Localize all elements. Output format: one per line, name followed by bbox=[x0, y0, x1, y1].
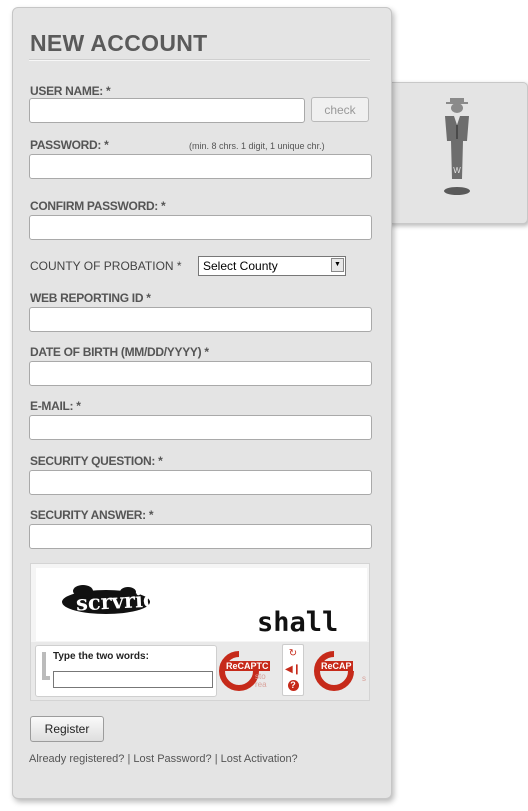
link-separator: | bbox=[127, 753, 131, 765]
captcha-word-1: scrvride bbox=[75, 586, 171, 616]
password-input[interactable] bbox=[29, 154, 372, 179]
refresh-icon[interactable]: ↻ bbox=[283, 646, 303, 661]
captcha-image: scrvride shall bbox=[36, 568, 367, 641]
username-input[interactable] bbox=[29, 98, 305, 123]
captcha-controls-area: Type the two words: ReCAPTC sto rea ↻ ◀❙ bbox=[31, 642, 369, 700]
recaptcha-re-2: Re bbox=[321, 661, 333, 671]
recaptcha-name-2: CAP bbox=[332, 661, 352, 671]
web-reporting-id-label: WEB REPORTING ID * bbox=[30, 291, 151, 305]
arrow-icon bbox=[42, 652, 50, 680]
password-hint: (min. 8 chrs. 1 digit, 1 unique chr.) bbox=[189, 141, 325, 151]
captcha-words: scrvride shall bbox=[62, 585, 338, 638]
agent-figure-icon: W bbox=[444, 98, 470, 195]
help-icon[interactable]: ? bbox=[283, 678, 303, 693]
security-question-input[interactable] bbox=[29, 470, 372, 495]
county-label: COUNTY OF PROBATION * bbox=[30, 259, 182, 273]
county-select[interactable]: Select County ▼ bbox=[198, 256, 346, 276]
account-links: Already registered? | Lost Password? | L… bbox=[29, 753, 298, 765]
captcha-answer-box: Type the two words: bbox=[35, 645, 217, 697]
recaptcha-widget: scrvride shall Type the two words: ReCAP… bbox=[30, 563, 370, 701]
security-answer-input[interactable] bbox=[29, 524, 372, 549]
password-label: PASSWORD: * bbox=[30, 138, 109, 152]
county-selected-value: Select County bbox=[203, 259, 278, 273]
link-separator: | bbox=[214, 753, 218, 765]
dob-label: DATE OF BIRTH (MM/DD/YYYY) * bbox=[30, 345, 209, 359]
recaptcha-sub-3: s bbox=[362, 674, 366, 683]
security-answer-label: SECURITY ANSWER: * bbox=[30, 508, 154, 522]
dob-input[interactable] bbox=[29, 361, 372, 386]
web-reporting-id-input[interactable] bbox=[29, 307, 372, 332]
recaptcha-name: CAPTC bbox=[237, 661, 269, 671]
username-label: USER NAME: * bbox=[30, 84, 111, 98]
lost-activation-link[interactable]: Lost Activation? bbox=[221, 753, 298, 765]
chevron-down-icon[interactable]: ▼ bbox=[331, 258, 344, 272]
recaptcha-sub-2: rea bbox=[255, 680, 267, 689]
side-panel: W bbox=[388, 82, 528, 224]
recaptcha-logo: ReCAPTC sto rea bbox=[219, 646, 279, 696]
recaptcha-re: Re bbox=[226, 661, 238, 671]
lost-password-link[interactable]: Lost Password? bbox=[133, 753, 211, 765]
new-account-form: NEW ACCOUNT USER NAME: * check PASSWORD:… bbox=[12, 7, 392, 799]
confirm-password-label: CONFIRM PASSWORD: * bbox=[30, 199, 166, 213]
captcha-controls: ↻ ◀❙ ? bbox=[282, 644, 304, 696]
register-button[interactable]: Register bbox=[30, 716, 104, 742]
already-registered-link[interactable]: Already registered? bbox=[29, 753, 124, 765]
svg-text:W: W bbox=[453, 166, 461, 175]
page-title: NEW ACCOUNT bbox=[30, 30, 208, 56]
recaptcha-logo-secondary: ReCAP s bbox=[314, 646, 369, 696]
audio-icon[interactable]: ◀❙ bbox=[283, 662, 303, 677]
captcha-prompt: Type the two words: bbox=[53, 651, 149, 662]
captcha-answer-input[interactable] bbox=[53, 671, 213, 688]
email-input[interactable] bbox=[29, 415, 372, 440]
email-label: E-MAIL: * bbox=[30, 399, 81, 413]
check-username-button[interactable]: check bbox=[311, 97, 369, 122]
security-question-label: SECURITY QUESTION: * bbox=[30, 454, 163, 468]
title-divider bbox=[29, 59, 370, 61]
confirm-password-input[interactable] bbox=[29, 215, 372, 240]
captcha-word-2: shall bbox=[257, 607, 338, 638]
